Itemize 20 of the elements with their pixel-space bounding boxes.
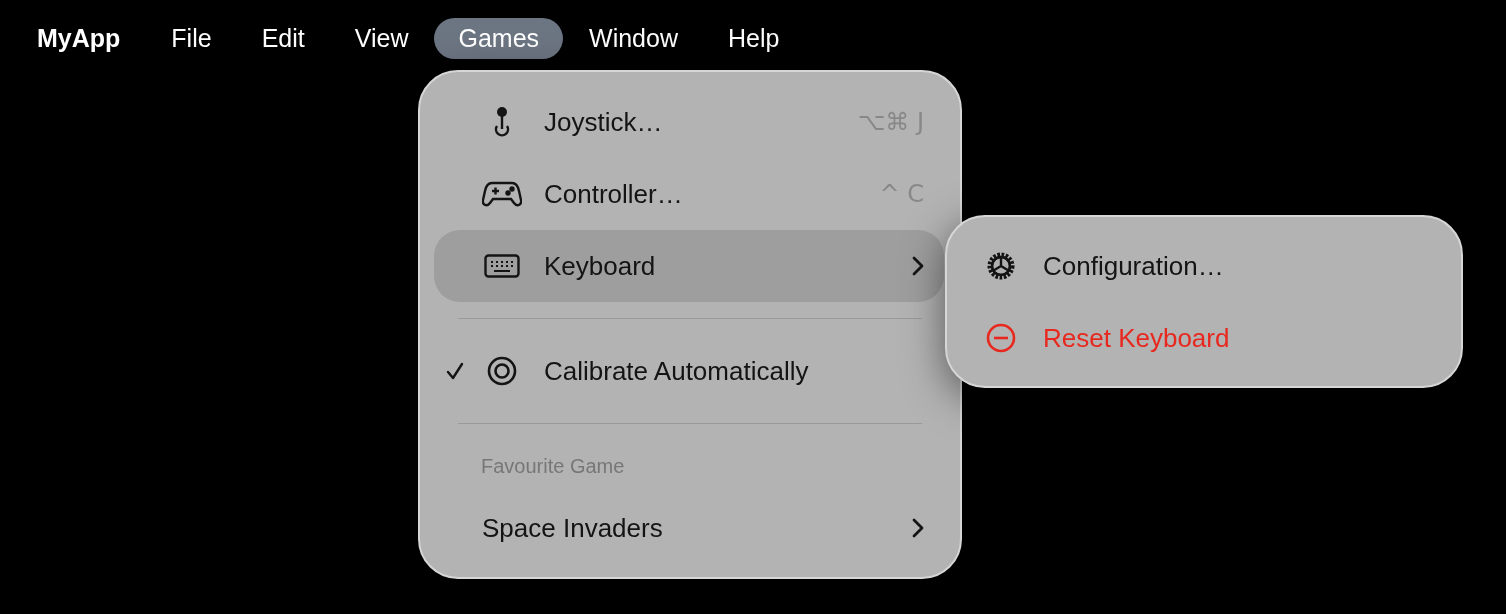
target-icon xyxy=(487,356,517,386)
section-header: Favourite Game xyxy=(481,454,625,478)
chevron-right-icon xyxy=(912,256,924,276)
gear-icon xyxy=(985,250,1017,282)
keyboard-icon xyxy=(484,254,520,278)
menu-item[interactable]: Calibrate Automatically xyxy=(434,335,944,407)
menu-item[interactable]: Keyboard xyxy=(434,230,944,302)
chevron-right-icon xyxy=(912,518,924,538)
menu-bar-item[interactable]: View xyxy=(330,18,433,59)
menu-bar-item[interactable]: Help xyxy=(704,18,804,59)
gamepad-icon xyxy=(482,180,522,208)
minus-circle-icon xyxy=(986,323,1016,353)
app-name[interactable]: MyApp xyxy=(12,18,146,59)
menu-bar-item[interactable]: Window xyxy=(565,18,702,59)
menu-item[interactable]: Configuration… xyxy=(961,230,1447,302)
menu-item[interactable]: Space Invaders xyxy=(434,492,944,564)
menu-bar-item[interactable]: Games xyxy=(434,18,564,59)
menu-bar-item[interactable]: File xyxy=(147,18,236,59)
checkmark-icon xyxy=(446,362,464,380)
menu-bar-item[interactable]: Edit xyxy=(237,18,329,59)
